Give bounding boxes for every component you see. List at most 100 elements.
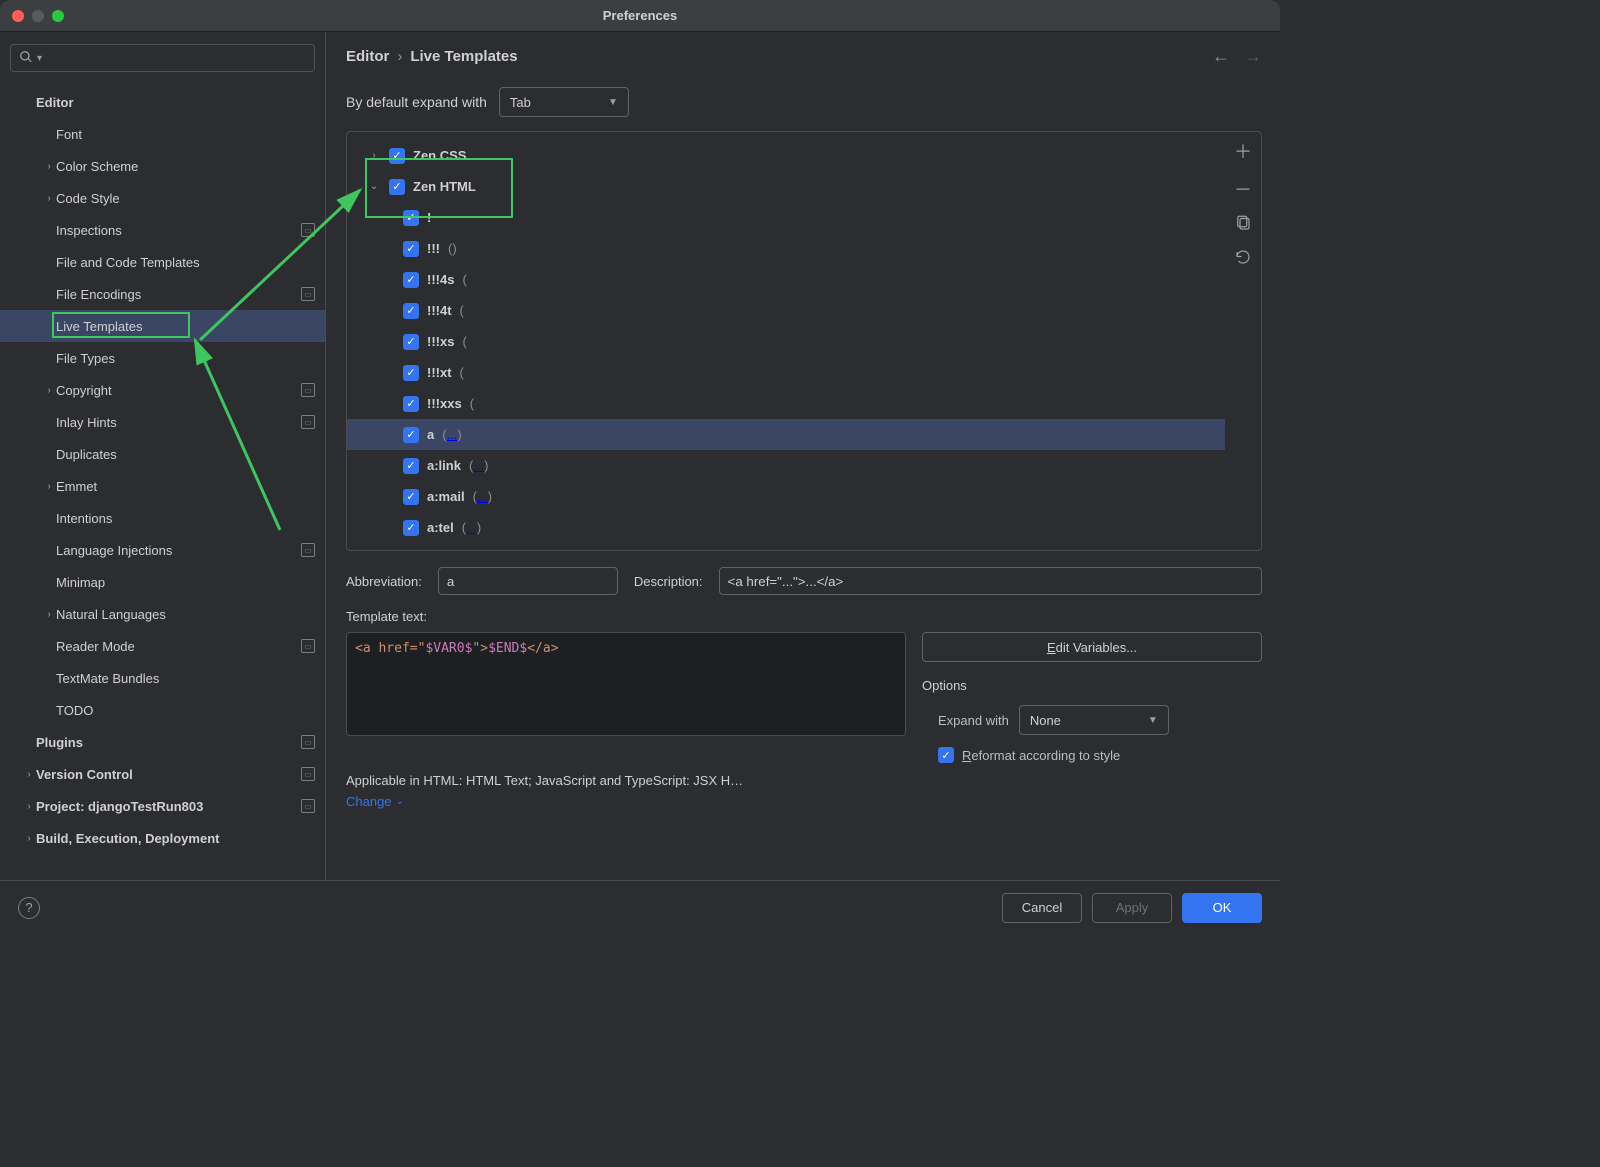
template-name: a:mail [427, 489, 465, 504]
sidebar-item-label: Editor [36, 95, 74, 110]
project-scope-icon: ▭ [301, 415, 315, 429]
remove-template-button[interactable]: － [1234, 176, 1252, 202]
project-scope-icon: ▭ [301, 799, 315, 813]
sidebar-item[interactable]: Inlay Hints▭ [0, 406, 325, 438]
template-name: ! [427, 210, 431, 225]
duplicate-template-button[interactable] [1234, 214, 1252, 237]
template-name: !!!xxs [427, 396, 462, 411]
template-group-label: Zen HTML [413, 179, 476, 194]
abbreviation-input[interactable] [438, 567, 618, 595]
sidebar-item-label: Code Style [56, 191, 120, 206]
template-item[interactable]: ✓!!!xt ( [347, 357, 1225, 388]
description-label: Description: [634, 574, 703, 589]
description-input[interactable] [719, 567, 1262, 595]
sidebar-item[interactable]: ›Copyright▭ [0, 374, 325, 406]
chevron-down-icon: ⌄ [396, 796, 404, 807]
chevron-right-icon: › [22, 833, 36, 844]
change-context-link[interactable]: Change ⌄ [346, 794, 1262, 809]
sidebar-item[interactable]: TextMate Bundles [0, 662, 325, 694]
sidebar-item[interactable]: ›Build, Execution, Deployment [0, 822, 325, 854]
options-label: Options [922, 678, 1262, 693]
settings-tree[interactable]: EditorFont›Color Scheme›Code StyleInspec… [0, 80, 325, 880]
sidebar-item[interactable]: ›Project: djangoTestRun803▭ [0, 790, 325, 822]
template-checkbox[interactable]: ✓ [389, 179, 405, 195]
templates-tree[interactable]: ›✓Zen CSS⌄✓Zen HTML✓! ✓!!! ()✓!!!4s (✓!!… [347, 132, 1225, 550]
template-checkbox[interactable]: ✓ [403, 458, 419, 474]
template-checkbox[interactable]: ✓ [403, 520, 419, 536]
revert-template-button[interactable] [1234, 249, 1252, 272]
template-item[interactable]: ✓!!!4t ( [347, 295, 1225, 326]
help-button[interactable]: ? [18, 897, 40, 919]
template-item[interactable]: ✓a:mail (...) [347, 481, 1225, 512]
template-checkbox[interactable]: ✓ [403, 396, 419, 412]
sidebar-item[interactable]: Intentions [0, 502, 325, 534]
sidebar-item-label: Project: djangoTestRun803 [36, 799, 203, 814]
template-item[interactable]: ✓!!!xs ( [347, 326, 1225, 357]
project-scope-icon: ▭ [301, 383, 315, 397]
sidebar-item[interactable]: Inspections▭ [0, 214, 325, 246]
template-item[interactable]: ✓! [347, 202, 1225, 233]
template-checkbox[interactable]: ✓ [403, 272, 419, 288]
sidebar-item[interactable]: Live Templates [0, 310, 325, 342]
search-history-dropdown-icon[interactable]: ▾ [37, 53, 42, 64]
sidebar-item-label: Version Control [36, 767, 133, 782]
sidebar-item[interactable]: ›Natural Languages [0, 598, 325, 630]
template-item[interactable]: ✓!!! () [347, 233, 1225, 264]
sidebar-item[interactable]: Minimap [0, 566, 325, 598]
template-desc: ( [460, 303, 464, 318]
sidebar-item[interactable]: ›Emmet [0, 470, 325, 502]
sidebar-item[interactable]: TODO [0, 694, 325, 726]
sidebar-item[interactable]: ›Color Scheme [0, 150, 325, 182]
sidebar-item[interactable]: Plugins▭ [0, 726, 325, 758]
sidebar-item-label: File Encodings [56, 287, 141, 302]
sidebar-item[interactable]: Font [0, 118, 325, 150]
sidebar-item[interactable]: File Encodings ▭ [0, 278, 325, 310]
sidebar-item[interactable]: ›Code Style [0, 182, 325, 214]
ok-button[interactable]: OK [1182, 893, 1262, 923]
project-scope-icon: ▭ [301, 767, 315, 781]
reformat-checkbox[interactable]: ✓ [938, 747, 954, 763]
template-item[interactable]: ✓a:tel (...) [347, 512, 1225, 543]
cancel-button[interactable]: Cancel [1002, 893, 1082, 923]
template-group-label: Zen CSS [413, 148, 466, 163]
template-checkbox[interactable]: ✓ [403, 489, 419, 505]
template-checkbox[interactable]: ✓ [403, 365, 419, 381]
sidebar-item[interactable]: File Types [0, 342, 325, 374]
sidebar-item[interactable]: Editor [0, 86, 325, 118]
project-scope-icon: ▭ [301, 287, 315, 301]
sidebar-item[interactable]: File and Code Templates [0, 246, 325, 278]
template-desc: (...) [469, 458, 489, 473]
template-group[interactable]: ⌄✓Zen HTML [347, 171, 1225, 202]
template-text-editor[interactable]: <a href="$VAR0$">$END$</a> [346, 632, 906, 736]
sidebar-item-label: Font [56, 127, 82, 142]
template-checkbox[interactable]: ✓ [403, 334, 419, 350]
window-maximize-button[interactable] [52, 10, 64, 22]
template-checkbox[interactable]: ✓ [403, 427, 419, 443]
sidebar-item[interactable]: Language Injections▭ [0, 534, 325, 566]
window-close-button[interactable] [12, 10, 24, 22]
sidebar-item[interactable]: ›Version Control▭ [0, 758, 325, 790]
window-minimize-button[interactable] [32, 10, 44, 22]
expand-default-select[interactable]: Tab ▼ [499, 87, 629, 117]
template-checkbox[interactable]: ✓ [403, 303, 419, 319]
edit-variables-button[interactable]: Edit Variables... [922, 632, 1262, 662]
expand-with-select[interactable]: None ▼ [1019, 705, 1169, 735]
template-checkbox[interactable]: ✓ [389, 148, 405, 164]
template-item[interactable]: ✓a:link (...) [347, 450, 1225, 481]
template-checkbox[interactable]: ✓ [403, 241, 419, 257]
template-item[interactable]: ✓!!!4s ( [347, 264, 1225, 295]
search-input[interactable]: ▾ [10, 44, 315, 72]
sidebar-item[interactable]: Duplicates [0, 438, 325, 470]
template-group[interactable]: ›✓Zen CSS [347, 140, 1225, 171]
search-icon [19, 50, 33, 67]
template-item[interactable]: ✓!!!xxs ( [347, 388, 1225, 419]
sidebar-item[interactable]: Reader Mode▭ [0, 630, 325, 662]
sidebar-item-label: Plugins [36, 735, 83, 750]
template-item[interactable]: ✓a (...) [347, 419, 1225, 450]
expand-default-value: Tab [510, 95, 531, 110]
nav-back-button[interactable]: ← [1212, 46, 1230, 67]
applicable-context-text: Applicable in HTML: HTML Text; JavaScrip… [346, 773, 743, 788]
template-checkbox[interactable]: ✓ [403, 210, 419, 226]
add-template-button[interactable]: ＋ [1234, 138, 1252, 164]
project-scope-icon: ▭ [301, 223, 315, 237]
